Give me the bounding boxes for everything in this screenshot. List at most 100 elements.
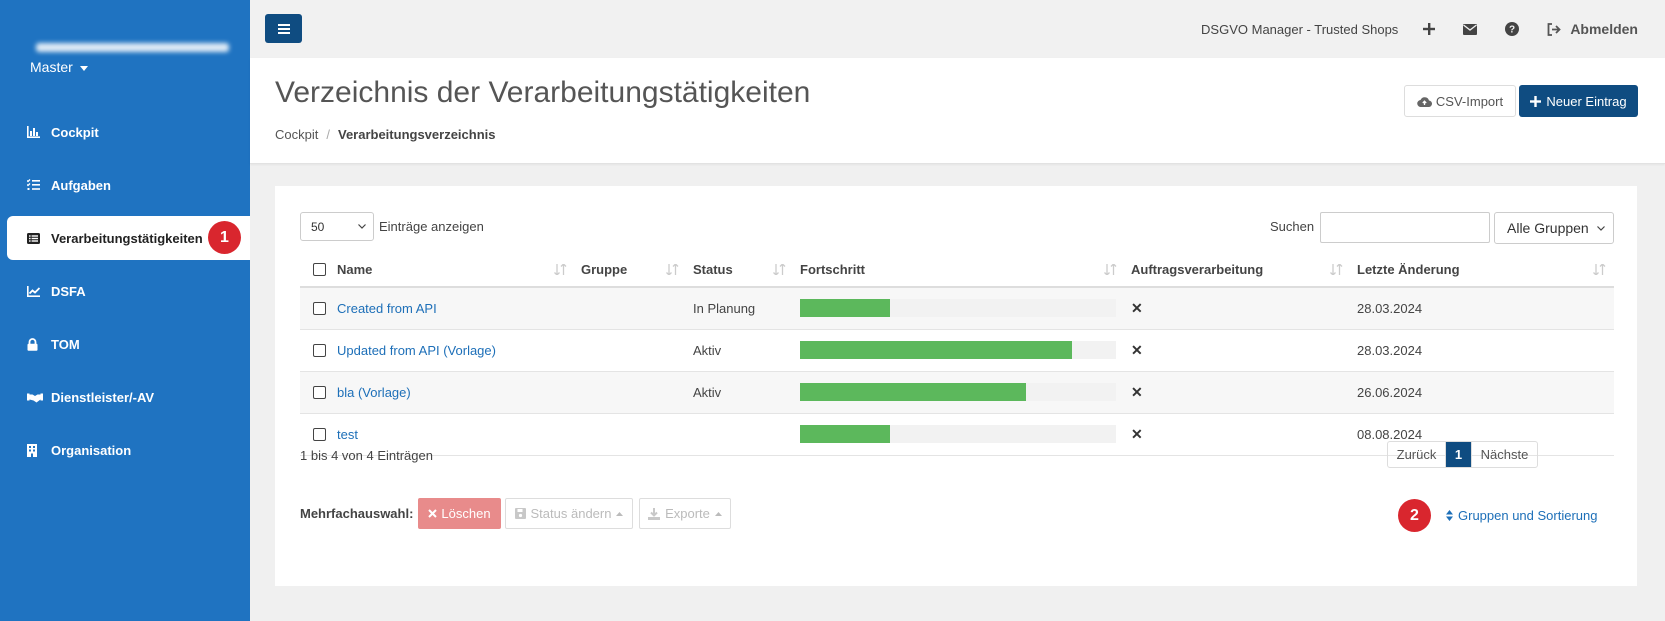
csv-import-button[interactable]: CSV-Import (1404, 85, 1516, 117)
progress-fill (800, 341, 1072, 359)
plus-icon[interactable] (1423, 23, 1436, 35)
sidebar-item-dienstleister[interactable]: Dienstleister/-AV (0, 375, 250, 419)
help-icon[interactable]: ? (1505, 22, 1520, 36)
entry-link[interactable]: Updated from API (Vorlage) (337, 343, 496, 358)
column-header-status[interactable]: Status (687, 252, 794, 288)
row-checkbox[interactable] (313, 385, 326, 399)
table-row: Created from API In Planung ✕ 28.03.2024 (300, 286, 1614, 329)
building-icon (27, 443, 51, 457)
entry-link[interactable]: Created from API (337, 301, 437, 316)
topbar: DSGVO Manager - Trusted Shops ? Abmelden (250, 0, 1665, 58)
groups-sort-link[interactable]: 2 Gruppen und Sortierung (1398, 499, 1597, 532)
sidebar-item-label: Dienstleister/-AV (51, 389, 155, 405)
sidebar-nav: Cockpit Aufgaben Verarbeitungstätigkeite… (0, 110, 250, 481)
page-length-select[interactable]: 50 (300, 212, 374, 241)
sidebar-item-organisation[interactable]: Organisation (0, 428, 250, 472)
table-panel: 50 Einträge anzeigen Suchen Alle Gruppen… (275, 186, 1637, 586)
group-cell (575, 370, 687, 413)
column-header-letzte-aenderung[interactable]: Letzte Änderung (1351, 252, 1614, 288)
breadcrumb-current: Verarbeitungsverzeichnis (337, 127, 496, 142)
bulk-action-label: Mehrfachauswahl: (300, 506, 414, 521)
breadcrumb-link[interactable]: Cockpit (275, 127, 318, 142)
sort-icon (1104, 264, 1117, 275)
group-filter-select[interactable]: Alle Gruppen (1494, 212, 1614, 244)
logout-button[interactable]: Abmelden (1547, 21, 1638, 37)
sort-icon (666, 264, 679, 275)
new-entry-label: Neuer Eintrag (1546, 93, 1627, 109)
status-cell: Aktiv (687, 328, 794, 371)
sort-icon (1330, 264, 1343, 275)
column-header-auftragsverarbeitung[interactable]: Auftragsverarbeitung (1125, 252, 1351, 288)
page-title: Verzeichnis der Verarbeitungstätigkeiten (275, 76, 811, 109)
status-cell: Aktiv (687, 370, 794, 413)
sidebar-item-label: Organisation (51, 442, 132, 458)
select-all-header (300, 252, 331, 288)
progress-fill (800, 299, 891, 318)
bulk-delete-button[interactable]: Löschen (418, 498, 501, 529)
row-checkbox[interactable] (313, 301, 326, 315)
app-name: DSGVO Manager - Trusted Shops (1201, 21, 1399, 37)
chart-line-icon (27, 285, 51, 297)
envelope-icon[interactable] (1463, 23, 1478, 35)
hamburger-icon (277, 23, 290, 34)
bulk-status-label: Status ändern (530, 506, 612, 521)
progress-bar (800, 299, 1116, 318)
groups-sort-label: Gruppen und Sortierung (1458, 508, 1598, 523)
sidebar-item-label: Aufgaben (51, 177, 111, 193)
bulk-status-button[interactable]: Status ändern (505, 498, 633, 529)
group-cell (575, 412, 687, 456)
caret-up-icon (714, 511, 722, 516)
logout-label: Abmelden (1570, 21, 1638, 37)
pagination-prev[interactable]: Zurück (1388, 442, 1446, 467)
table-row: Updated from API (Vorlage) Aktiv ✕ 28.03… (300, 328, 1614, 371)
breadcrumb: Cockpit / Verarbeitungsverzeichnis (275, 127, 496, 142)
page-length-label: Einträge anzeigen (379, 219, 484, 234)
sort-icon (773, 264, 786, 275)
sidebar-item-aufgaben[interactable]: Aufgaben (0, 163, 250, 207)
date-cell: 28.03.2024 (1351, 286, 1614, 329)
handshake-icon (27, 392, 51, 403)
sidebar-item-cockpit[interactable]: Cockpit (0, 110, 250, 154)
select-all-checkbox[interactable] (313, 262, 326, 276)
entry-link[interactable]: test (337, 427, 358, 442)
table-info: 1 bis 4 von 4 Einträgen (300, 448, 433, 463)
bulk-delete-label: Löschen (441, 506, 491, 521)
step-badge: 2 (1398, 499, 1431, 532)
sidebar-item-dsfa[interactable]: DSFA (0, 269, 250, 313)
caret-down-icon (79, 65, 88, 71)
chevron-down-icon (1597, 225, 1605, 231)
entry-link[interactable]: bla (Vorlage) (337, 385, 411, 400)
new-entry-button[interactable]: Neuer Eintrag (1519, 85, 1638, 117)
sidebar-item-verarbeitungstaetigkeiten[interactable]: Verarbeitungstätigkeiten 1 (7, 216, 250, 260)
sidebar: Master Cockpit Aufgaben Verarbeitungstät… (0, 0, 250, 621)
close-icon: ✕ (1131, 299, 1143, 316)
lock-icon (27, 337, 51, 351)
sidebar-item-tom[interactable]: TOM (0, 322, 250, 366)
account-email-blurred (36, 43, 229, 52)
progress-bar (800, 383, 1116, 401)
pagination-page-current[interactable]: 1 (1446, 442, 1471, 467)
column-header-fortschritt[interactable]: Fortschritt (794, 252, 1125, 288)
chart-bar-icon (27, 126, 51, 138)
table-row: bla (Vorlage) Aktiv ✕ 26.06.2024 (300, 370, 1614, 413)
download-icon (648, 507, 661, 520)
search-input[interactable] (1320, 212, 1490, 243)
row-checkbox[interactable] (313, 343, 326, 357)
column-header-gruppe[interactable]: Gruppe (575, 252, 687, 288)
column-header-name[interactable]: Name (331, 252, 575, 288)
csv-import-label: CSV-Import (1435, 93, 1504, 109)
sidebar-item-label: TOM (51, 336, 80, 352)
bulk-export-button[interactable]: Exporte (639, 498, 731, 529)
progress-fill (800, 383, 1026, 401)
progress-bar (800, 341, 1116, 359)
search-label: Suchen (1270, 219, 1315, 234)
row-checkbox[interactable] (313, 427, 326, 441)
account-menu[interactable]: Master (30, 59, 88, 75)
step-badge: 1 (208, 221, 241, 254)
sidebar-item-label: DSFA (51, 283, 86, 299)
pagination-next[interactable]: Nächste (1471, 442, 1537, 467)
menu-toggle-button[interactable] (265, 14, 302, 43)
account-menu-label: Master (30, 59, 73, 75)
status-cell: In Planung (687, 286, 794, 329)
sort-icon (1593, 264, 1606, 275)
